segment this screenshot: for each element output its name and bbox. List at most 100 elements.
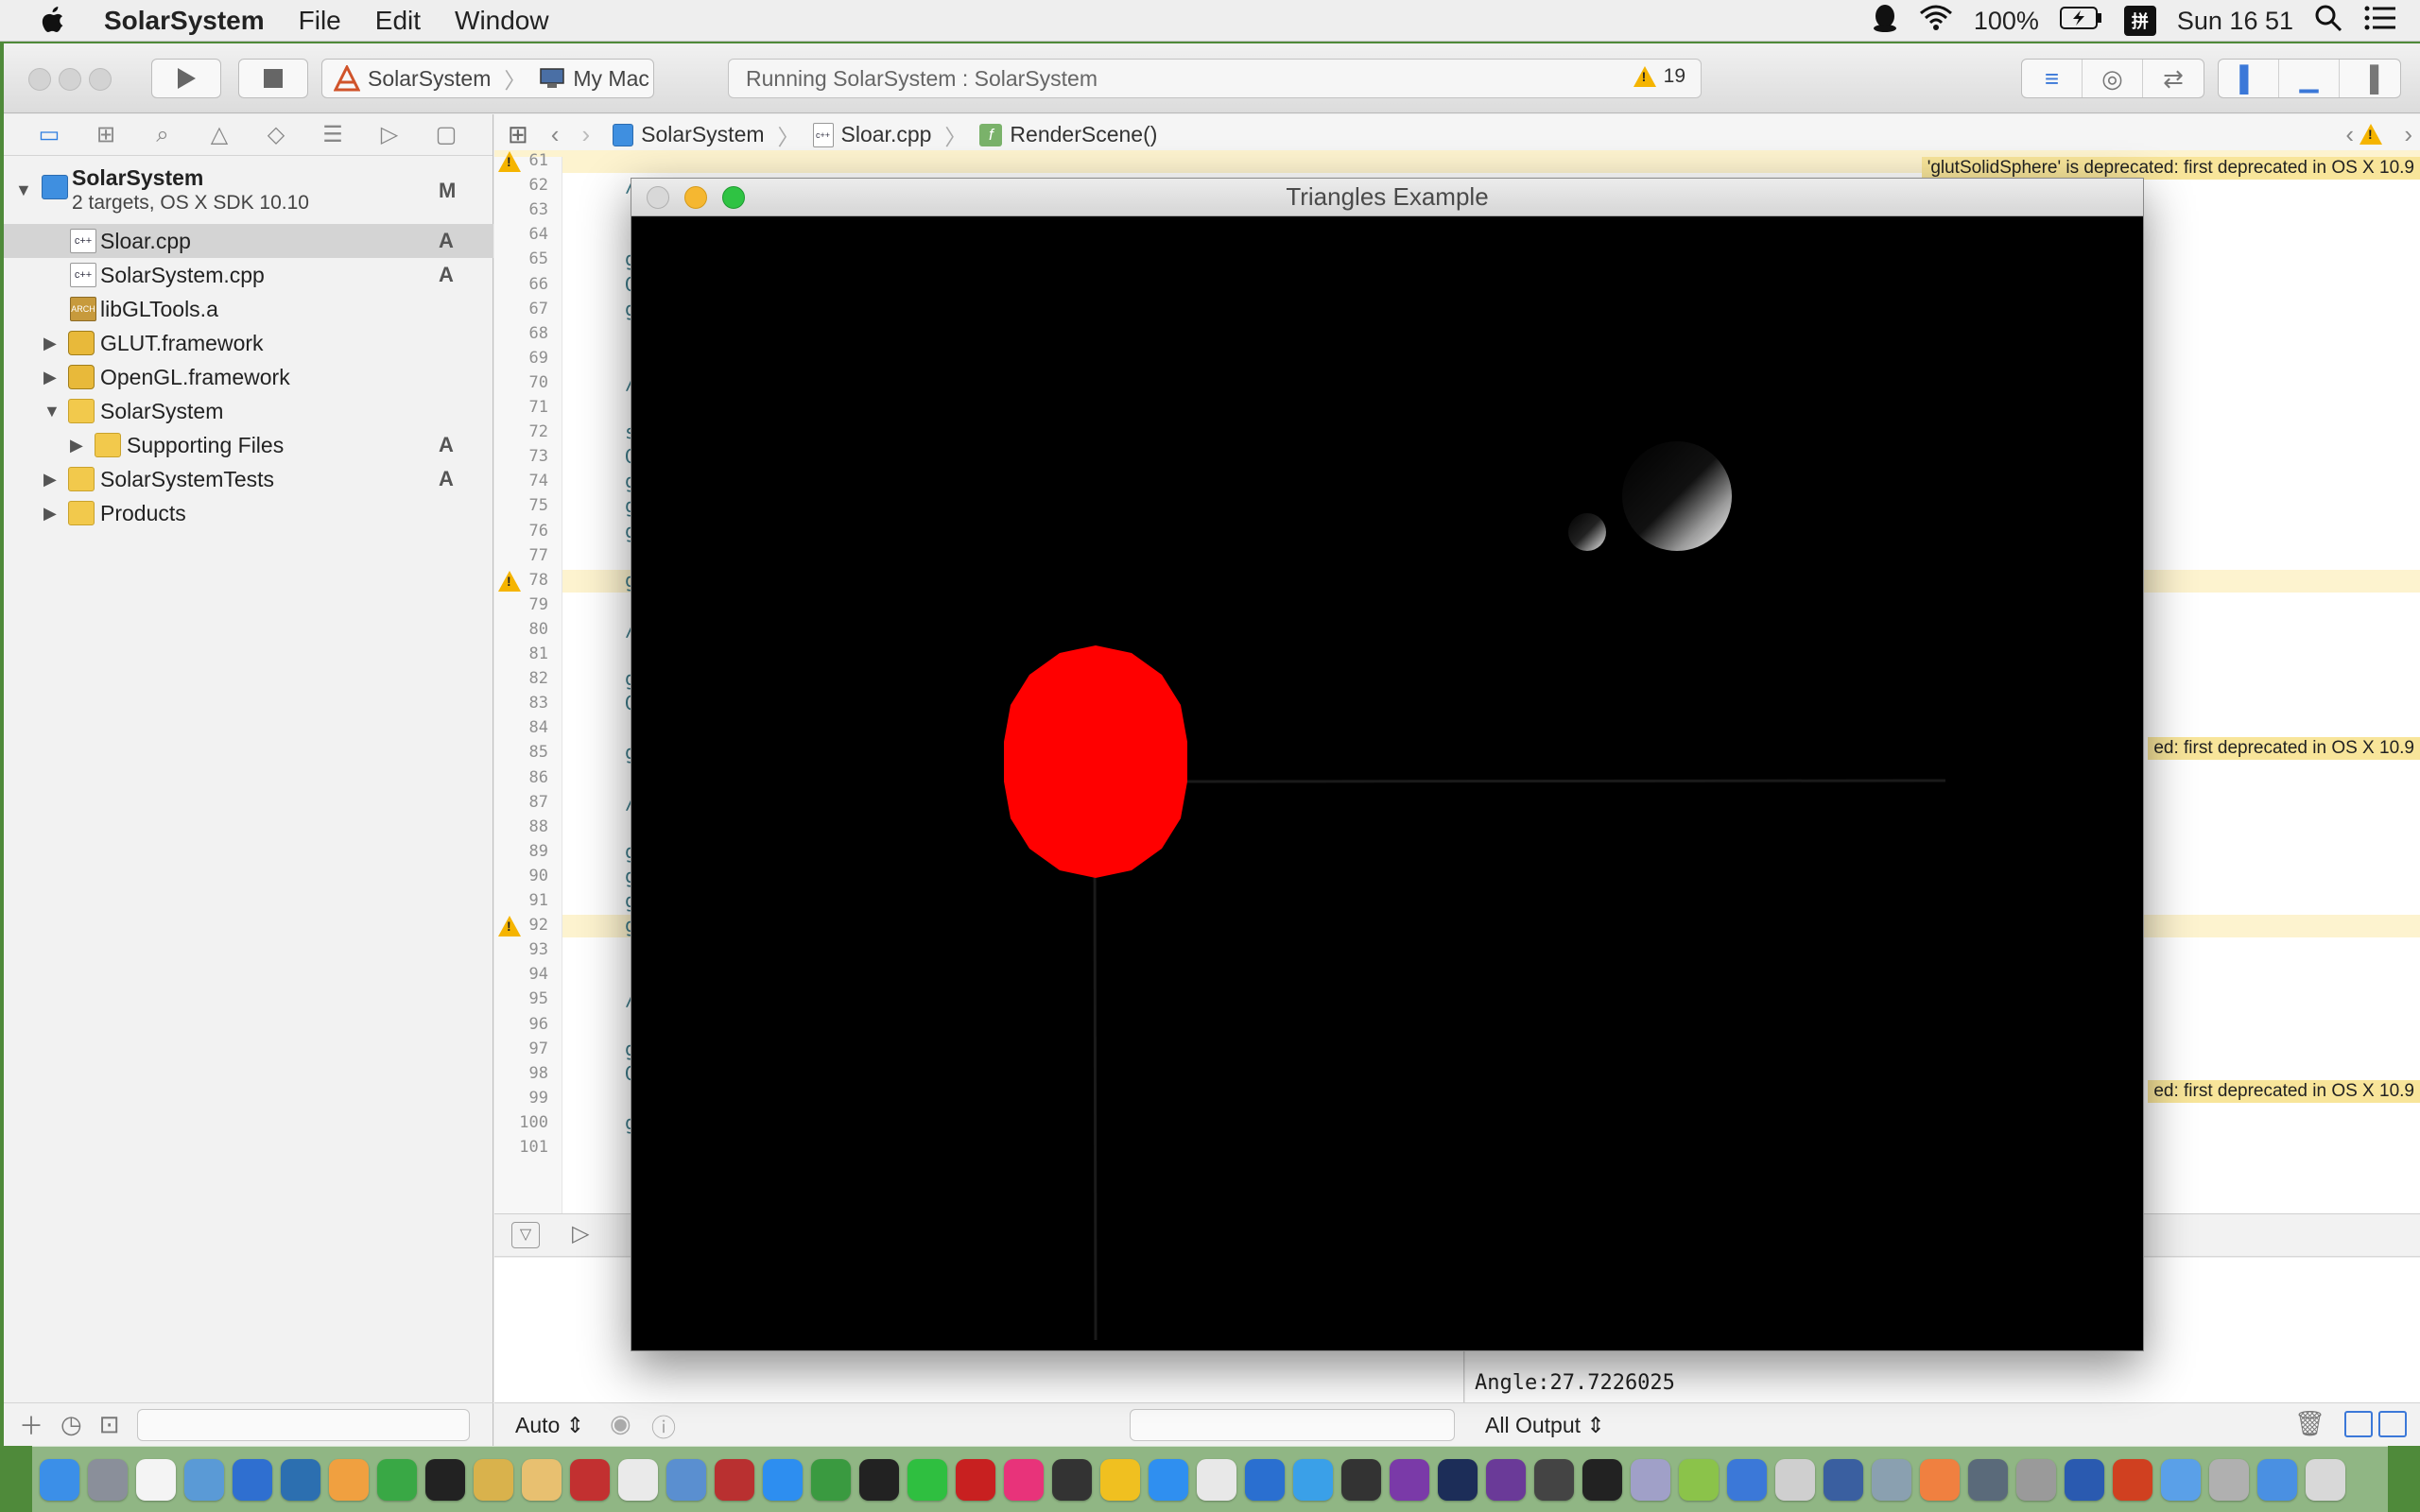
warning-icon[interactable] <box>498 916 521 937</box>
sketch-icon[interactable] <box>1100 1458 1140 1501</box>
wifi-icon[interactable] <box>1919 4 1953 39</box>
shield-icon[interactable] <box>2065 1458 2104 1501</box>
voa-icon[interactable] <box>522 1458 562 1501</box>
disclosure-closed-icon[interactable]: ▶ <box>70 436 83 455</box>
tree-item-solarsystemtests[interactable]: ▶ SolarSystemTests A <box>4 462 493 496</box>
terminal-icon[interactable] <box>1582 1458 1622 1501</box>
dash-icon[interactable] <box>1390 1458 1429 1501</box>
issue-message[interactable]: ed: first deprecated in OS X 10.9 <box>2148 737 2420 760</box>
downloads-icon[interactable] <box>2257 1458 2297 1501</box>
disclosure-closed-icon[interactable]: ▶ <box>43 368 57 387</box>
version-editor-icon[interactable]: ⇄ <box>2143 60 2204 97</box>
back-arrow-icon[interactable]: ‹ <box>551 120 560 149</box>
settings-icon[interactable] <box>2016 1458 2056 1501</box>
breakpoints-icon[interactable]: ▷ <box>572 1220 589 1247</box>
astro-icon[interactable] <box>1631 1458 1670 1501</box>
apple-menu-icon[interactable] <box>0 6 104 36</box>
console-output-selector[interactable]: All Output ⇕ <box>1485 1413 1605 1438</box>
folder-dock-icon[interactable] <box>2161 1458 2201 1501</box>
activity-viewer[interactable]: Running SolarSystem : SolarSystem 19 <box>728 59 1702 98</box>
disclosure-closed-icon[interactable]: ▶ <box>43 504 57 524</box>
tree-item-solarsystem-group[interactable]: ▼ SolarSystem <box>4 394 493 428</box>
file-menu[interactable]: File <box>299 6 341 36</box>
opengl-window[interactable]: Triangles Example <box>631 178 2144 1351</box>
paint-icon[interactable] <box>1920 1458 1960 1501</box>
close-window-button[interactable] <box>28 68 51 91</box>
tree-item-solarsystem-cpp[interactable]: c++ SolarSystem.cpp A <box>4 258 493 292</box>
tree-item-opengl-framework[interactable]: ▶ OpenGL.framework <box>4 360 493 394</box>
minimize-window-button[interactable] <box>59 68 81 91</box>
trash-icon[interactable] <box>2306 1458 2345 1501</box>
iqiyi-icon[interactable] <box>908 1458 947 1501</box>
tree-item-products[interactable]: ▶ Products <box>4 496 493 530</box>
reader-icon[interactable] <box>570 1458 610 1501</box>
scheme-selector[interactable]: SolarSystem 〉 My Mac <box>321 59 654 98</box>
calendar-icon[interactable] <box>136 1458 176 1501</box>
next-issue-icon[interactable]: › <box>2404 120 2412 149</box>
find-navigator-icon[interactable]: ⌕ <box>146 121 180 149</box>
report-navigator-icon[interactable]: ▢ <box>429 121 463 149</box>
navigator-filter-field[interactable] <box>136 1408 470 1441</box>
quick-look-icon[interactable]: ◉ <box>610 1409 631 1438</box>
project-navigator-icon[interactable]: ▭ <box>32 121 66 149</box>
show-console-icon[interactable] <box>2378 1411 2407 1437</box>
powerpoint-icon[interactable] <box>2113 1458 2152 1501</box>
droplet-icon[interactable] <box>1824 1458 1863 1501</box>
standard-editor-icon[interactable]: ≡ <box>2022 60 2083 97</box>
variables-scope-selector[interactable]: Auto ⇕ <box>515 1413 584 1438</box>
cocoa-icon[interactable] <box>1775 1458 1815 1501</box>
keynote-icon[interactable] <box>233 1458 272 1501</box>
show-variables-icon[interactable] <box>2344 1411 2373 1437</box>
window-menu[interactable]: Window <box>455 6 549 36</box>
tree-item-glut-framework[interactable]: ▶ GLUT.framework <box>4 326 493 360</box>
symbol-navigator-icon[interactable]: ⊞ <box>89 121 123 149</box>
close-window-button[interactable] <box>647 186 669 209</box>
edit-menu[interactable]: Edit <box>375 6 421 36</box>
gl-canvas[interactable] <box>631 217 2143 1350</box>
previous-issue-icon[interactable]: ‹ <box>2345 120 2354 149</box>
breakpoint-navigator-icon[interactable]: ▷ <box>372 121 406 149</box>
hide-debug-area-icon[interactable]: ▽ <box>511 1222 540 1248</box>
clock[interactable]: Sun 16 51 <box>2177 7 2293 36</box>
minimize-window-button[interactable] <box>684 186 707 209</box>
tree-item-sloar-cpp[interactable]: c++ Sloar.cpp A <box>4 224 493 258</box>
issue-message[interactable]: 'glutSolidSphere' is deprecated: first d… <box>1921 157 2420 180</box>
xcode-dock-icon[interactable] <box>281 1458 320 1501</box>
warning-icon[interactable] <box>498 151 521 172</box>
app-menu[interactable]: SolarSystem <box>104 6 265 36</box>
warning-icon[interactable] <box>2360 124 2382 145</box>
info-icon[interactable]: ⓘ <box>651 1409 676 1444</box>
xcode-tools-icon[interactable] <box>1727 1458 1767 1501</box>
warnings-indicator[interactable]: 19 <box>1633 65 1685 88</box>
jump-bar-file[interactable]: c++ Sloar.cpp <box>812 122 931 147</box>
monitor-icon[interactable] <box>1968 1458 2008 1501</box>
warning-icon[interactable] <box>498 570 521 592</box>
view-toggle-group[interactable]: ▌ ▁ ▐ <box>2218 59 2401 98</box>
battery-icon[interactable] <box>2059 6 2103 37</box>
spotlight-search-icon[interactable] <box>2314 4 2342 39</box>
kindle-icon[interactable] <box>425 1458 465 1501</box>
add-icon[interactable]: ＋ <box>19 1407 43 1442</box>
forward-arrow-icon[interactable]: › <box>581 120 590 149</box>
tree-item-supporting-files[interactable]: ▶ Supporting Files A <box>4 428 493 462</box>
safari-icon[interactable] <box>1149 1458 1188 1501</box>
jump-bar-project[interactable]: SolarSystem <box>613 122 765 147</box>
run-button[interactable] <box>151 59 221 98</box>
stop-button[interactable] <box>238 59 308 98</box>
qq-dock-icon[interactable] <box>859 1458 899 1501</box>
assistant-editor-icon[interactable]: ◎ <box>2083 60 2143 97</box>
acrobat-icon[interactable] <box>666 1458 706 1501</box>
variables-filter-field[interactable] <box>1130 1409 1455 1441</box>
qq-icon[interactable] <box>1872 3 1898 40</box>
debug-navigator-icon[interactable]: ☰ <box>316 121 350 149</box>
dictionary-icon[interactable] <box>715 1458 754 1501</box>
chrome-icon[interactable] <box>1197 1458 1236 1501</box>
five-icon[interactable] <box>1245 1458 1285 1501</box>
evernote-icon[interactable] <box>811 1458 851 1501</box>
disclosure-closed-icon[interactable]: ▶ <box>43 470 57 490</box>
recent-files-icon[interactable]: ◷ <box>60 1410 82 1439</box>
photoshop-icon[interactable] <box>1438 1458 1478 1501</box>
notes-icon[interactable] <box>474 1458 513 1501</box>
issue-navigator-icon[interactable]: △ <box>202 121 236 149</box>
test-navigator-icon[interactable]: ◇ <box>259 121 293 149</box>
